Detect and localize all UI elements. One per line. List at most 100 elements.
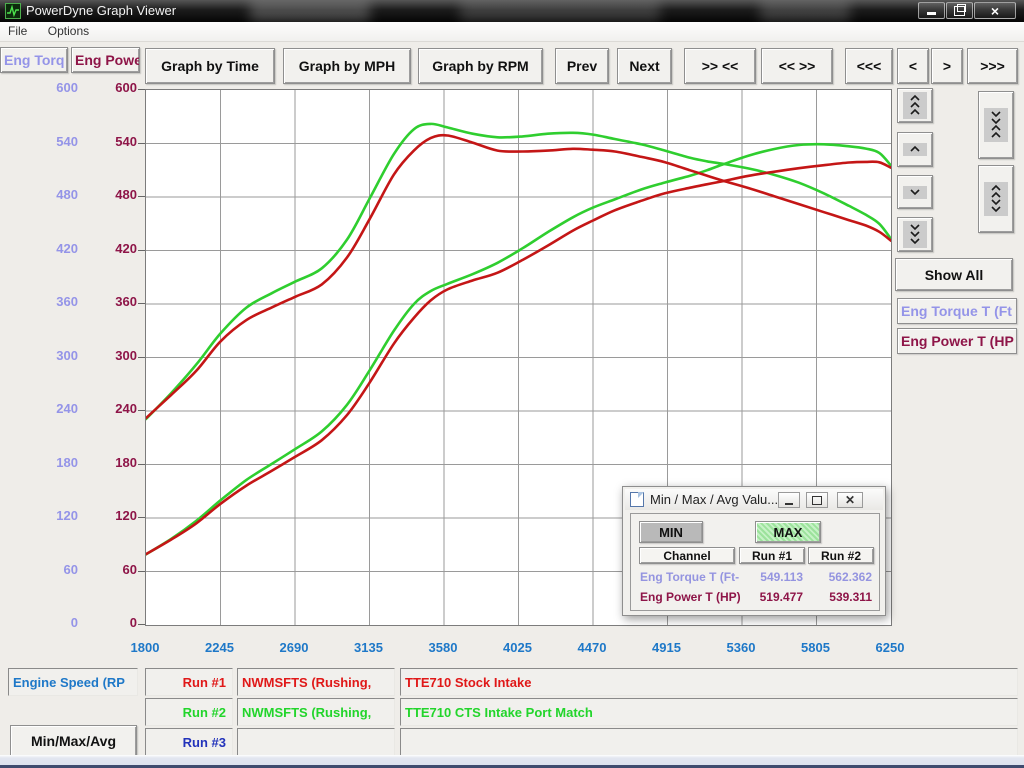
y-axis-tick-torque: 420 bbox=[38, 241, 78, 259]
minmax-row-channel: Eng Torque T (Ft- bbox=[640, 570, 750, 584]
toolbar-button-graph-by-mph[interactable]: Graph by MPH bbox=[283, 48, 411, 84]
powerdyne-window: PowerDyne Graph Viewer × File Options En… bbox=[0, 0, 1024, 768]
legend-torque[interactable]: Eng Torque T (Ft bbox=[897, 298, 1017, 324]
max-button[interactable]: MAX bbox=[755, 521, 821, 543]
y-axis-tick-mark bbox=[138, 517, 145, 518]
close-icon[interactable]: ✕ bbox=[837, 492, 863, 508]
channel-button-torque[interactable]: Eng Torq bbox=[0, 47, 68, 73]
y-axis-tick-power: 600 bbox=[97, 80, 137, 98]
x-axis-tick: 3580 bbox=[411, 640, 475, 658]
minimize-icon[interactable] bbox=[778, 492, 800, 508]
y-axis-tick-mark bbox=[138, 571, 145, 572]
y-axis-tick-power: 420 bbox=[97, 241, 137, 259]
toolbar-button-graph-by-rpm[interactable]: Graph by RPM bbox=[418, 48, 543, 84]
y-axis-tick-torque: 540 bbox=[38, 134, 78, 152]
toolbar-button-[interactable]: > bbox=[931, 48, 963, 84]
window-title: PowerDyne Graph Viewer bbox=[26, 3, 176, 18]
y-axis-tick-torque: 360 bbox=[38, 294, 78, 312]
zoom-out-vertical-button[interactable] bbox=[978, 165, 1014, 233]
minmax-window-title: Min / Max / Avg Valu... bbox=[650, 492, 778, 507]
toolbar-button-[interactable]: >>> bbox=[967, 48, 1018, 84]
app-icon bbox=[5, 3, 21, 19]
x-channel-label: Engine Speed (RP bbox=[13, 675, 125, 690]
minmaxavg-button[interactable]: Min/Max/Avg bbox=[10, 725, 137, 757]
y-axis-tick-power: 120 bbox=[97, 508, 137, 526]
x-axis-tick: 5360 bbox=[709, 640, 773, 658]
chevron-icon bbox=[903, 221, 927, 248]
y-axis-tick-mark bbox=[138, 143, 145, 144]
minmax-body: MIN MAX Channel Run #1 Run #2 Eng Torque… bbox=[630, 513, 880, 611]
y-axis-tick-torque: 600 bbox=[38, 80, 78, 98]
y-axis-tick-mark bbox=[138, 196, 145, 197]
y-axis-tick-power: 240 bbox=[97, 401, 137, 419]
x-axis-tick: 4915 bbox=[635, 640, 699, 658]
toolbar-button-[interactable]: << >> bbox=[761, 48, 833, 84]
channel-button-power[interactable]: Eng Powe bbox=[71, 47, 140, 73]
minmax-row-run1-value: 549.113 bbox=[739, 570, 803, 584]
menu-options[interactable]: Options bbox=[40, 22, 97, 40]
glass-smudge bbox=[250, 0, 370, 22]
chevron-icon bbox=[984, 182, 1008, 216]
scroll-up-fast-button[interactable] bbox=[897, 88, 933, 123]
min-button[interactable]: MIN bbox=[639, 521, 703, 543]
run-description-field-2[interactable]: TTE710 CTS Intake Port Match bbox=[400, 698, 1018, 726]
x-channel-field[interactable]: Engine Speed (RP bbox=[8, 668, 138, 696]
chevron-icon bbox=[903, 186, 927, 199]
column-header-channel[interactable]: Channel bbox=[639, 547, 735, 564]
toolbar-button-[interactable]: < bbox=[897, 48, 929, 84]
y-axis-tick-torque: 60 bbox=[38, 562, 78, 580]
y-axis-tick-power: 540 bbox=[97, 134, 137, 152]
x-axis-tick: 3135 bbox=[337, 640, 401, 658]
restore-icon[interactable] bbox=[946, 2, 973, 19]
y-axis-tick-power: 480 bbox=[97, 187, 137, 205]
menu-file[interactable]: File bbox=[0, 22, 35, 40]
run-description-field-3[interactable] bbox=[400, 728, 1018, 756]
y-axis-tick-torque: 480 bbox=[38, 187, 78, 205]
close-icon[interactable]: × bbox=[974, 2, 1016, 19]
glass-smudge bbox=[760, 0, 850, 22]
minmax-title-bar[interactable]: Min / Max / Avg Valu... ✕ bbox=[625, 489, 883, 510]
x-axis-tick: 1800 bbox=[113, 640, 177, 658]
y-axis-tick-mark bbox=[138, 464, 145, 465]
document-icon bbox=[630, 492, 644, 507]
y-axis-tick-mark bbox=[138, 250, 145, 251]
minmax-row-channel: Eng Power T (HP) bbox=[640, 590, 750, 604]
run-label-3: Run #3 bbox=[145, 728, 233, 756]
y-axis-tick-mark bbox=[138, 624, 145, 625]
minimize-icon[interactable] bbox=[918, 2, 945, 19]
y-axis-tick-torque: 180 bbox=[38, 455, 78, 473]
scroll-up-button[interactable] bbox=[897, 132, 933, 167]
toolbar-button-[interactable]: >> << bbox=[684, 48, 756, 84]
chevron-icon bbox=[903, 143, 927, 156]
glass-smudge bbox=[460, 0, 660, 22]
minmax-row-run1-value: 519.477 bbox=[739, 590, 803, 604]
show-all-button[interactable]: Show All bbox=[895, 258, 1013, 291]
title-bar[interactable]: PowerDyne Graph Viewer × bbox=[0, 0, 1024, 22]
toolbar-button-graph-by-time[interactable]: Graph by Time bbox=[145, 48, 275, 84]
y-axis-tick-power: 0 bbox=[97, 615, 137, 633]
y-axis-tick-mark bbox=[138, 89, 145, 90]
zoom-in-vertical-button[interactable] bbox=[978, 91, 1014, 159]
toolbar-button-[interactable]: <<< bbox=[845, 48, 893, 84]
minmax-row-run2-value: 562.362 bbox=[808, 570, 872, 584]
run-file-field-3[interactable] bbox=[237, 728, 395, 756]
run-description-field-1[interactable]: TTE710 Stock Intake bbox=[400, 668, 1018, 696]
toolbar-button-next[interactable]: Next bbox=[617, 48, 672, 84]
column-header-run2[interactable]: Run #2 bbox=[808, 547, 874, 564]
legend-power[interactable]: Eng Power T (HP bbox=[897, 328, 1017, 354]
y-axis-tick-mark bbox=[138, 357, 145, 358]
scroll-down-fast-button[interactable] bbox=[897, 217, 933, 252]
y-axis-tick-mark bbox=[138, 410, 145, 411]
run-label-1: Run #1 bbox=[145, 668, 233, 696]
y-axis-tick-power: 60 bbox=[97, 562, 137, 580]
y-axis-tick-mark bbox=[138, 303, 145, 304]
x-axis-tick: 2690 bbox=[262, 640, 326, 658]
scroll-down-button[interactable] bbox=[897, 175, 933, 209]
run-file-field-1[interactable]: NWMSFTS (Rushing, bbox=[237, 668, 395, 696]
x-axis-tick: 5805 bbox=[784, 640, 848, 658]
chevron-icon bbox=[903, 92, 927, 119]
toolbar-button-prev[interactable]: Prev bbox=[555, 48, 609, 84]
restore-icon[interactable] bbox=[806, 492, 828, 508]
run-file-field-2[interactable]: NWMSFTS (Rushing, bbox=[237, 698, 395, 726]
column-header-run1[interactable]: Run #1 bbox=[739, 547, 805, 564]
